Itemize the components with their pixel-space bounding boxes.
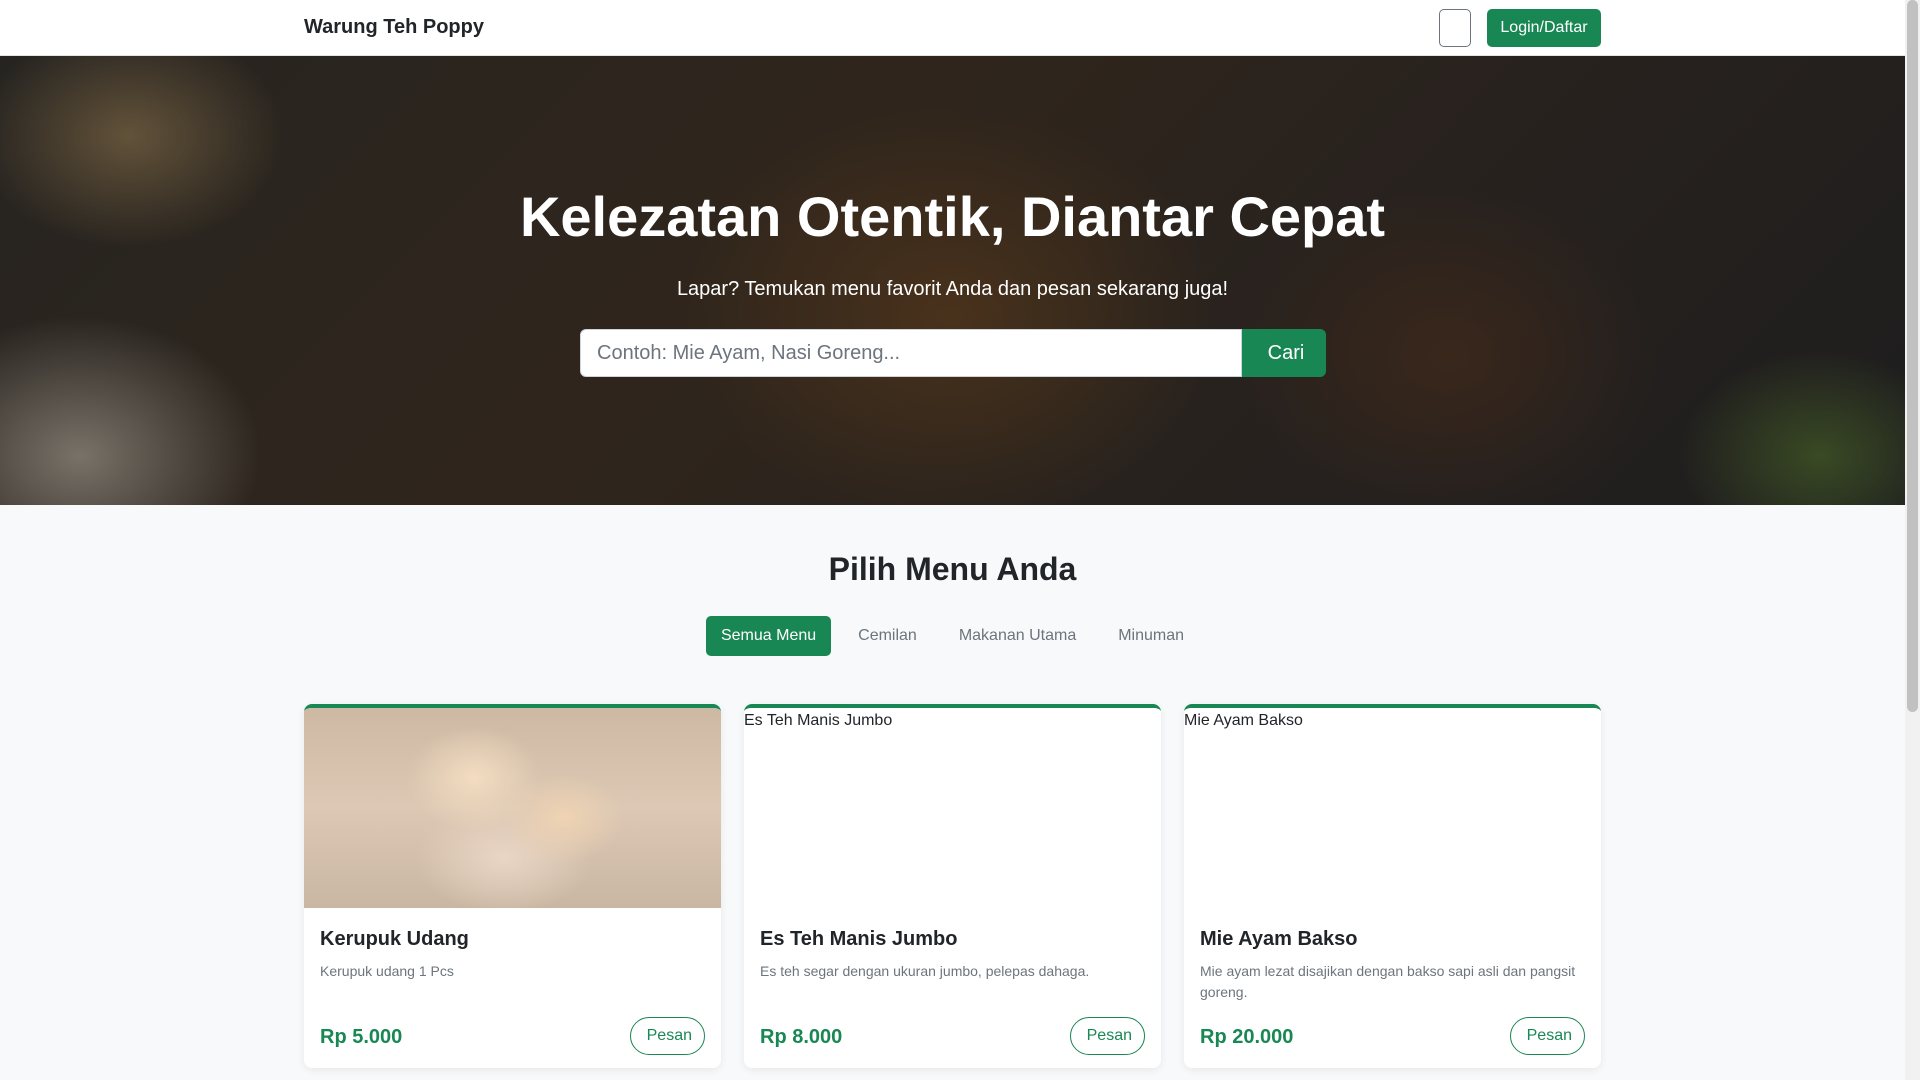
menu-item-price: Rp 8.000 <box>760 1026 843 1048</box>
order-button[interactable]: Pesan <box>1069 1017 1145 1055</box>
menu-item-description: Mie ayam lezat disajikan dengan bakso sa… <box>1200 963 1576 1000</box>
filter-all[interactable]: Semua Menu <box>705 616 832 656</box>
brand-logo[interactable]: Warung Teh Poppy <box>304 16 484 39</box>
menu-card: Es Teh Manis Jumbo Es Teh Manis Jumbo Es… <box>744 704 1161 1068</box>
menu-item-name: Es Teh Manis Jumbo <box>760 928 958 950</box>
menu-item-description: Kerupuk udang 1 Pcs <box>320 963 454 979</box>
order-button[interactable]: Pesan <box>629 1017 705 1055</box>
order-button-label: Pesan <box>646 1027 692 1044</box>
filter-cemilan[interactable]: Cemilan <box>843 616 932 656</box>
menu-card: Mie Ayam Bakso Mie Ayam Bakso Mie ayam l… <box>1184 704 1601 1068</box>
login-button[interactable]: Login/Daftar <box>1487 9 1601 47</box>
menu-item-name: Kerupuk Udang <box>320 928 469 950</box>
navbar: Warung Teh Poppy Login/Daftar <box>0 0 1905 56</box>
menu-card: Kerupuk Udang Kerupuk udang 1 Pcs Rp 5.0… <box>304 704 721 1068</box>
order-button-label: Pesan <box>1086 1027 1132 1044</box>
scrollbar-thumb[interactable] <box>1907 0 1918 712</box>
menu-item-description: Es teh segar dengan ukuran jumbo, pelepa… <box>760 963 1090 979</box>
menu-item-price: Rp 5.000 <box>320 1026 403 1048</box>
section-title: Pilih Menu Anda <box>828 551 1077 587</box>
category-filters: Semua Menu Cemilan Makanan Utama Minuman <box>0 616 1905 656</box>
order-button-label: Pesan <box>1526 1027 1572 1044</box>
hero-title: Kelezatan Otentik, Diantar Cepat <box>519 185 1386 248</box>
filter-makanan-utama[interactable]: Makanan Utama <box>944 616 1091 656</box>
search-button-label: Cari <box>1267 341 1305 364</box>
menu-item-image <box>304 708 721 908</box>
order-button[interactable]: Pesan <box>1509 1017 1585 1055</box>
hero-banner: Kelezatan Otentik, Diantar Cepat Lapar? … <box>0 56 1905 505</box>
menu-item-name: Mie Ayam Bakso <box>1200 928 1358 950</box>
menu-item-image: Mie Ayam Bakso <box>1184 708 1601 908</box>
hero-subtitle: Lapar? Temukan menu favorit Anda dan pes… <box>676 278 1229 300</box>
search-input[interactable] <box>580 329 1242 377</box>
search-button[interactable]: Cari <box>1242 329 1326 377</box>
theme-toggle-button[interactable] <box>1439 9 1471 47</box>
menu-item-image: Es Teh Manis Jumbo <box>744 708 1161 908</box>
filter-minuman[interactable]: Minuman <box>1103 616 1199 656</box>
menu-item-price: Rp 20.000 <box>1200 1026 1294 1048</box>
